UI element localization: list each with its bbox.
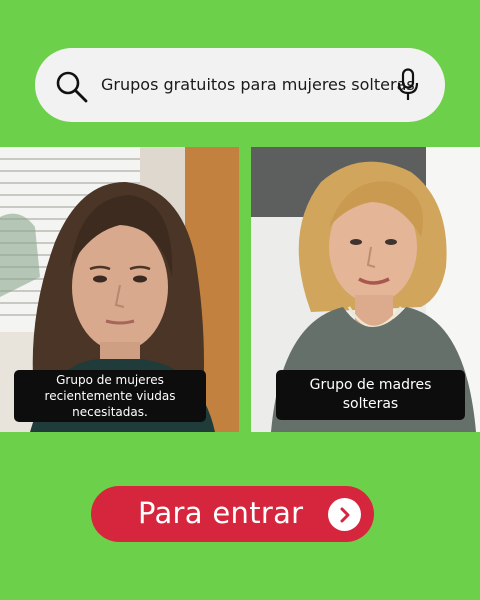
caption-single-mothers-group: Grupo de madres solteras (276, 370, 465, 420)
microphone-icon[interactable] (397, 68, 419, 102)
enter-button-label: Para entrar (138, 496, 304, 530)
enter-button[interactable]: Para entrar (91, 486, 374, 542)
search-icon[interactable] (55, 70, 89, 104)
chevron-right-icon (328, 498, 361, 531)
caption-widowed-women-group: Grupo de mujeres recientemente viudas ne… (14, 370, 206, 422)
search-input[interactable]: Grupos gratuitos para mujeres solteras (101, 74, 415, 96)
